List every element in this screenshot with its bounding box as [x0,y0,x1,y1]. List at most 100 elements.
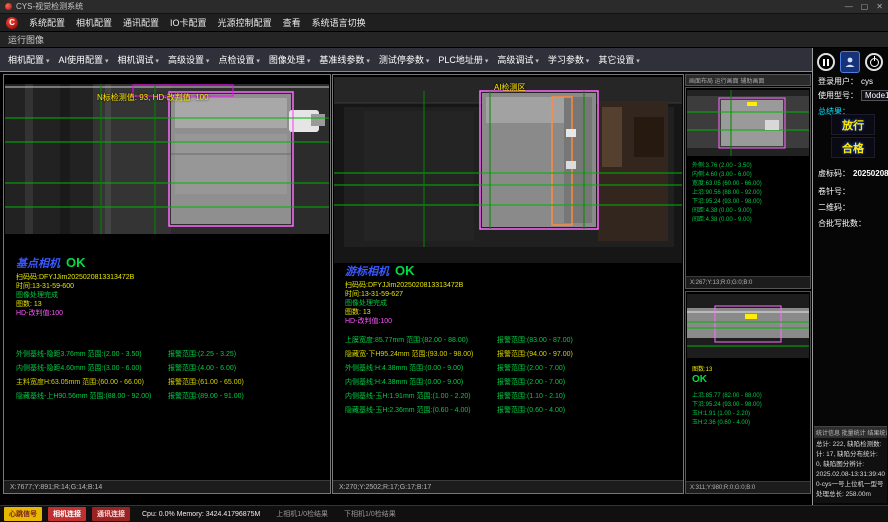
stat-line: 2025.02.08-13:31:39:40 [816,470,885,480]
measurement-alarm: 报警范围:(89.00 - 91.00) [168,391,244,401]
measurement-alarm: 报警范围:(1.10 - 2.10) [497,391,565,401]
center-pixel-readout: X:270;Y:2502;R:17;G:17;B:17 [333,480,683,493]
left-pixel-readout: X:7677;Y:891;R:14;G:14;B:14 [4,480,330,493]
aux-measurement: 玉H:1.91 (1.00 - 2.20) [692,410,762,419]
qr-code-label: 二维码： [818,202,850,213]
app-logo-icon: C [6,17,18,29]
measurement-alarm: 报警范围:(2.00 - 7.00) [497,363,565,373]
menu-light-config[interactable]: 光源控制配置 [218,16,272,29]
center-camera-name: 游标相机 [345,263,389,279]
batch-write-label: 合批写批数： [818,218,866,229]
center-alert-line: HD-改判值:100 [345,317,463,326]
tab-advanced-debug[interactable]: 高级调试 [493,51,542,68]
left-process-status: 图像处理完成 [16,291,134,300]
measurement-row: 外侧基线-隐距3.76mm 范围:(2.00 - 3.50) 报警范围:(2.2… [16,347,244,361]
aux-top-measurements: 外侧:3.76 (2.00 - 3.50) 内侧:4.60 (3.00 - 6.… [692,162,762,225]
power-icon [870,58,879,67]
close-button[interactable]: ✕ [876,2,883,12]
camera-panel-center: AI检测区 游标相机 OK 扫码码:DFYJJim202502081331347… [332,74,684,494]
pause-button[interactable] [817,53,835,71]
batch-code-label: 虚标码： [818,168,850,179]
tab-baseline-params[interactable]: 基准线参数 [315,51,373,68]
tab-learning-params[interactable]: 学习参数 [544,51,593,68]
tab-other-settings[interactable]: 其它设置 [594,51,643,68]
measurement-alarm: 报警范围:(2.00 - 7.00) [497,377,565,387]
minimize-button[interactable]: — [845,2,853,12]
camera-image-center [334,77,682,263]
left-overlay-label: N标检测值: 93, HD-改判值: 100 [97,92,209,103]
tab-camera-config[interactable]: 相机配置 [4,51,53,68]
login-user-label: 登录用户： [818,76,858,87]
lower-camera-result-label: 下相机1/0检结果 [344,509,396,519]
aux-column: 画面布局 运行画面 辅助画面 [685,74,811,494]
camera-view-left[interactable]: N标检测值: 93, HD-改判值: 100 [5,84,329,234]
measurement-value: 外侧基线:H:4.38mm 范围:(0.00 - 9.00) [345,363,497,373]
stat-line: 计: 17, 缺陷分布统计: [816,450,885,460]
menu-comm-config[interactable]: 通讯配置 [123,16,159,29]
aux-panel-bottom: 图数:13 OK 上沿:85.77 (82.00 - 88.00) 下沿:95.… [685,291,811,494]
measurement-alarm: 报警范围:(94.00 - 97.00) [497,349,573,359]
camera-image-aux-bottom [687,294,809,358]
camera-panel-left: N标检测值: 93, HD-改判值: 100 基点相机 OK 扫码码:DFYJJ… [3,74,331,494]
measurement-value: 上膜宽度:85.77mm 范围:(82.00 - 88.00) [345,335,497,345]
aux-measurement: 间距:4.38 (0.00 - 9.00) [692,216,762,225]
tab-image-processing[interactable]: 图像处理 [265,51,314,68]
app-window: CYS-视觉检测系统 — ▢ ✕ C 系统配置 相机配置 通讯配置 IO卡配置 … [0,0,888,522]
aux-measurement: 下沿:95.24 (93.00 - 98.00) [692,198,762,207]
measurement-value: 隐藏宽-下H95.24mm 范围:(93.00 - 98.00) [345,349,497,359]
maximize-button[interactable]: ▢ [861,2,869,12]
center-status-badge: OK [395,263,415,278]
menu-bar: C 系统配置 相机配置 通讯配置 IO卡配置 光源控制配置 查看 系统语言切换 [0,14,888,32]
measurement-value: 隐藏基线-上H90.56mm 范围:(88.00 - 92.00) [16,391,168,401]
center-process-status: 图像处理完成 [345,299,463,308]
camera-image-left [5,84,329,234]
tab-advanced-settings[interactable]: 高级设置 [164,51,213,68]
aux-panel-top: 外侧:3.76 (2.00 - 3.50) 内侧:4.60 (3.00 - 6.… [685,87,811,289]
center-time: 时间:13-31-59-627 [345,290,463,299]
camera-view-center[interactable]: AI检测区 [334,77,682,263]
camera-image-aux-top [687,90,809,156]
left-time: 时间:13-31-59-600 [16,282,134,291]
main-area: N标检测值: 93, HD-改判值: 100 基点相机 OK 扫码码:DFYJJ… [0,72,812,505]
tab-spot-check[interactable]: 点检设置 [214,51,263,68]
tab-plc-address[interactable]: PLC地址册 [434,51,492,68]
measurement-alarm: 报警范围:(61.00 - 65.00) [168,377,244,387]
batch-code-value: 20250208 [853,169,888,178]
menu-system-config[interactable]: 系统配置 [29,16,65,29]
stat-line: 总计: 222, 缺陷检测数: [816,440,885,450]
camera-view-aux-bottom[interactable] [687,294,809,363]
menu-language-switch[interactable]: 系统语言切换 [312,16,366,29]
power-button[interactable] [865,53,883,71]
tab-test-params[interactable]: 测试停参数 [375,51,433,68]
measurement-value: 隐藏基线-玉H:2.36mm 范围:(0.60 - 4.00) [345,405,497,415]
statistics-header: 统计信息 批量统计 结果统计 [814,427,887,438]
center-barcode: 扫码码:DFYJJim2025020813313472B [345,281,463,290]
aux-bottom-pixel-readout: X:311;Y:980;R:0;G:0;B:0 [686,481,810,493]
aux-measurement: 上沿:90.56 (88.00 - 92.00) [692,189,762,198]
left-info-block: 扫码码:DFYJJim2025020813313472B 时间:13-31-59… [16,273,134,318]
menu-view[interactable]: 查看 [283,16,301,29]
measurement-value: 内侧基线-隐距4.60mm 范围:(3.00 - 6.00) [16,363,168,373]
measurement-value: 外侧基线-隐距3.76mm 范围:(2.00 - 3.50) [16,349,168,359]
sidebar: 登录用户： cys 使用型号： Mode11 总结果： 放行 合格 虚标码： 2… [812,48,888,505]
run-image-label: 运行图像 [8,33,44,46]
statistics-panel: 统计信息 批量统计 结果统计 总计: 222, 缺陷检测数: 计: 17, 缺陷… [814,426,887,503]
left-image-count: 图数: 13 [16,300,134,309]
login-user-button[interactable] [840,51,860,73]
statistics-lines: 总计: 222, 缺陷检测数: 计: 17, 缺陷分布统计: 0, 缺陷图分辨计… [814,438,887,502]
heartbeat-status-badge: 心跳信号 [4,507,42,521]
stat-line: 0, 缺陷图分辨计: [816,460,885,470]
measurement-alarm: 报警范围:(2.25 - 3.25) [168,349,236,359]
menu-io-config[interactable]: IO卡配置 [170,16,207,29]
center-info-block: 扫码码:DFYJJim2025020813313472B 时间:13-31-59… [345,281,463,326]
measurement-row: 内侧基线-玉H:1.91mm 范围:(1.00 - 2.20) 报警范围:(1.… [345,389,573,403]
tab-ai-config[interactable]: AI使用配置 [54,51,112,68]
model-select[interactable]: Mode11 [861,90,888,101]
app-icon [5,3,12,10]
tab-camera-debug[interactable]: 相机调试 [113,51,162,68]
menu-camera-config[interactable]: 相机配置 [76,16,112,29]
measurement-row: 隐藏宽-下H95.24mm 范围:(93.00 - 98.00) 报警范围:(9… [345,347,573,361]
left-status-badge: OK [66,255,86,270]
camera-view-aux-top[interactable] [687,90,809,161]
aux-measurement: 内侧:4.60 (3.00 - 6.00) [692,171,762,180]
